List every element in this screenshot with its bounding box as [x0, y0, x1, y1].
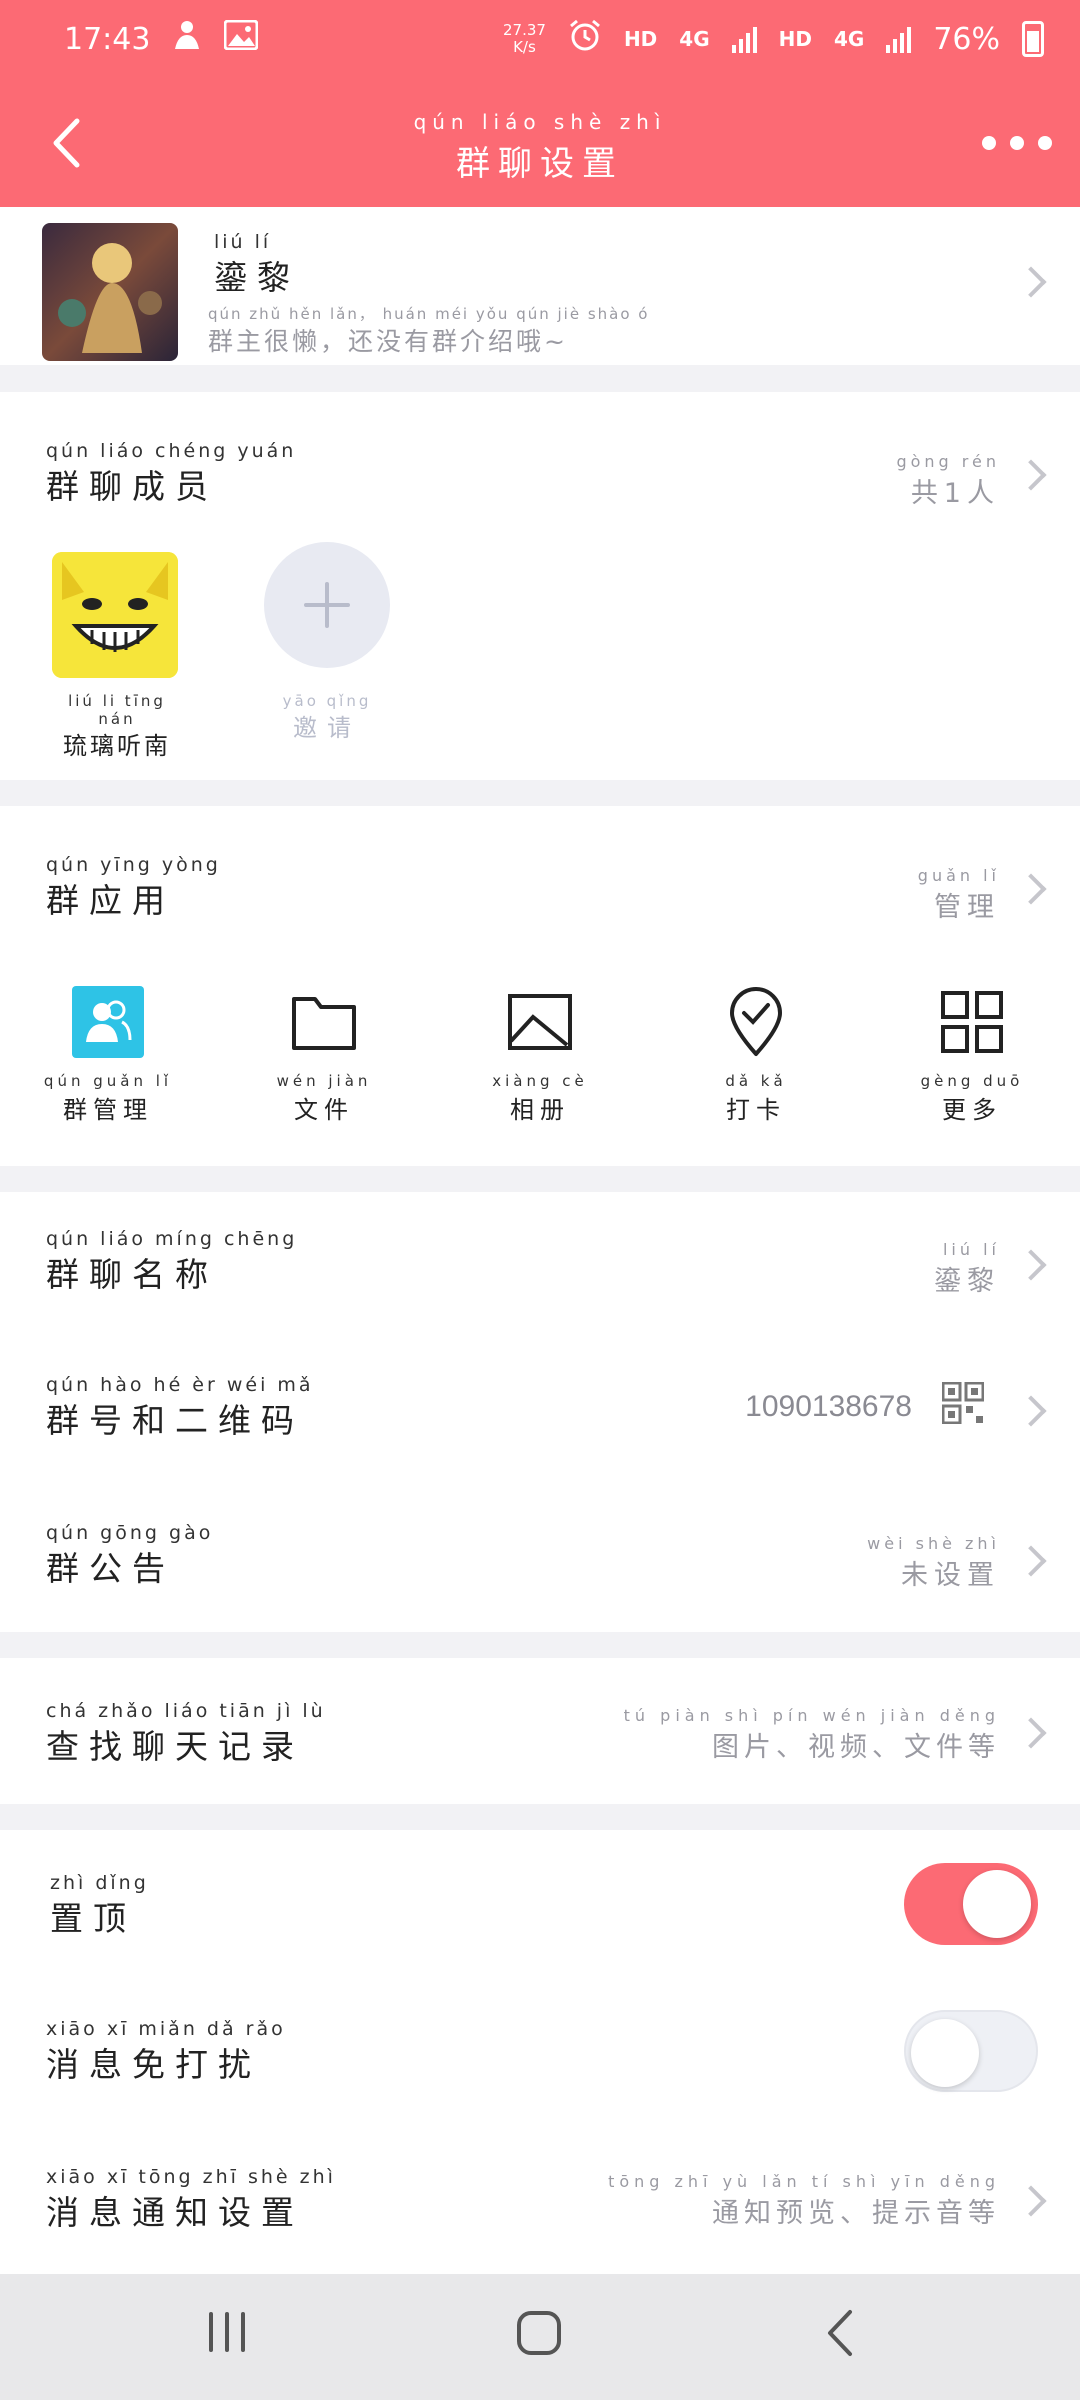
group-name: liú lí 鎏黎 [214, 231, 300, 297]
group-manage-icon [72, 986, 144, 1058]
group-number-label: qún hào hé èr wéi mǎ 群号和二维码 [46, 1374, 314, 1440]
member-avatar[interactable] [52, 552, 178, 678]
apps-header-row[interactable]: qún yīng yòng 群应用 guǎn lǐ 管理 [0, 806, 1080, 926]
group-info-rows-card: qún liáo míng chēng 群聊名称 liú lí 鎏黎 qún h… [0, 1192, 1080, 1632]
recent-apps-button[interactable] [205, 2310, 249, 2358]
network-speed: 27.37 K/s [502, 21, 546, 56]
page-title: qún liáo shè zhì 群聊设置 [413, 110, 667, 184]
chevron-right-icon [1015, 459, 1047, 491]
status-bar: 17:43 27.37 K/s HD 4G HD 4G 76% [0, 0, 1080, 78]
group-info-card[interactable]: liú lí 鎏黎 qún zhǔ hěn lǎn， huán méi yǒu … [0, 207, 1080, 365]
system-navigation-bar [0, 2274, 1080, 2400]
notification-settings-row[interactable]: xiāo xī tōng zhī shè zhì 消息通知设置 tōng zhī… [0, 2126, 1080, 2274]
pin-label: zhì dǐng 置顶 [50, 1872, 149, 1938]
signal-icon [731, 25, 757, 53]
app-more[interactable]: gèng duō 更多 [892, 986, 1052, 1125]
apps-label: qún yīng yòng 群应用 [46, 854, 221, 920]
chevron-right-icon [1015, 1249, 1047, 1281]
app-files[interactable]: wén jiàn 文件 [244, 986, 404, 1125]
photo-album-icon [504, 986, 576, 1058]
group-apps-card: qún yīng yòng 群应用 guǎn lǐ 管理 qún guǎn lǐ… [0, 806, 1080, 1166]
group-intro: qún zhǔ hěn lǎn， huán méi yǒu qún jiè sh… [208, 305, 650, 356]
members-card: qún liáo chéng yuán 群聊成员 gòng rén 共1人 li… [0, 392, 1080, 780]
header-bar: 17:43 27.37 K/s HD 4G HD 4G 76% qún liáo… [0, 0, 1080, 207]
app-group-manage[interactable]: qún guǎn lǐ 群管理 [28, 986, 188, 1125]
search-history-card[interactable]: chá zhǎo liáo tiān jì lù 查找聊天记录 tú piàn … [0, 1658, 1080, 1804]
home-icon [517, 2311, 561, 2355]
home-button[interactable] [516, 2310, 562, 2360]
gallery-icon [223, 19, 259, 58]
status-time: 17:43 [64, 21, 151, 57]
folder-icon [288, 986, 360, 1058]
search-history-label: chá zhǎo liáo tiān jì lù 查找聊天记录 [46, 1700, 326, 1766]
plus-icon [304, 582, 350, 628]
do-not-disturb-row: xiāo xī miǎn dǎ rǎo 消息免打扰 [0, 1978, 1080, 2126]
members-label: qún liáo chéng yuán 群聊成员 [46, 440, 297, 506]
back-icon [828, 2310, 852, 2356]
invite-button[interactable] [264, 542, 390, 668]
system-back-button[interactable] [822, 2308, 858, 2362]
group-notice-label: qún gōng gào 群公告 [46, 1522, 214, 1588]
hd-badge: HD [623, 27, 658, 51]
recent-apps-icon [209, 2312, 245, 2352]
member-name: liú li tīng nán 琉璃听南 [63, 692, 171, 760]
chevron-right-icon [1015, 1717, 1047, 1749]
chevron-right-icon [1015, 1545, 1047, 1577]
signal-icon-2 [886, 25, 912, 53]
do-not-disturb-label: xiāo xī miǎn dǎ rǎo 消息免打扰 [46, 2018, 286, 2084]
hd-badge-2: HD [778, 27, 812, 51]
pin-toggle[interactable] [904, 1863, 1038, 1945]
chevron-right-icon [1015, 2185, 1047, 2217]
notification-settings-value: tōng zhī yù lǎn tí shì yīn děng 通知预览、提示音… [608, 2172, 1000, 2229]
apps-manage: guǎn lǐ 管理 [917, 866, 1000, 923]
battery-icon [1022, 21, 1044, 57]
chevron-right-icon [1015, 266, 1047, 298]
more-options-button[interactable] [982, 118, 1052, 168]
do-not-disturb-toggle[interactable] [904, 2010, 1038, 2092]
invite-label: yāo qǐng 邀请 [282, 692, 372, 742]
group-name-label: qún liáo míng chēng 群聊名称 [46, 1228, 298, 1294]
alarm-icon [568, 18, 602, 60]
notification-settings-label: xiāo xī tōng zhī shè zhì 消息通知设置 [46, 2166, 336, 2232]
network-type-2: 4G [833, 27, 865, 51]
notification-icon [172, 19, 202, 59]
qr-code-icon [941, 1381, 985, 1428]
app-check-in[interactable]: dǎ kǎ 打卡 [676, 986, 836, 1125]
check-in-icon [720, 986, 792, 1058]
search-history-value: tú piàn shì pín wén jiàn děng 图片、视频、文件等 [623, 1706, 1000, 1763]
group-avatar [42, 223, 178, 361]
pin-row: zhì dǐng 置顶 [0, 1830, 1080, 1978]
group-notice-row[interactable]: qún gōng gào 群公告 wèi shè zhì 未设置 [0, 1484, 1080, 1632]
chat-settings-card: zhì dǐng 置顶 xiāo xī miǎn dǎ rǎo 消息免打扰 xi… [0, 1830, 1080, 2274]
chevron-right-icon [1015, 873, 1047, 905]
more-grid-icon [936, 986, 1008, 1058]
chevron-right-icon [1015, 1395, 1047, 1427]
battery-percent: 76% [933, 21, 1000, 57]
app-album[interactable]: xiàng cè 相册 [460, 986, 620, 1125]
group-notice-value: wèi shè zhì 未设置 [867, 1534, 1000, 1591]
network-type: 4G [679, 27, 710, 51]
group-name-row[interactable]: qún liáo míng chēng 群聊名称 liú lí 鎏黎 [0, 1192, 1080, 1338]
member-count: gòng rén 共1人 [896, 452, 1000, 509]
navigation-bar: qún liáo shè zhì 群聊设置 [0, 78, 1080, 207]
group-number-row[interactable]: qún hào hé èr wéi mǎ 群号和二维码 1090138678 [0, 1338, 1080, 1484]
group-number-value: 1090138678 [745, 1390, 912, 1423]
members-header-row[interactable]: qún liáo chéng yuán 群聊成员 gòng rén 共1人 [0, 392, 1080, 512]
group-name-value: liú lí 鎏黎 [934, 1240, 1000, 1297]
